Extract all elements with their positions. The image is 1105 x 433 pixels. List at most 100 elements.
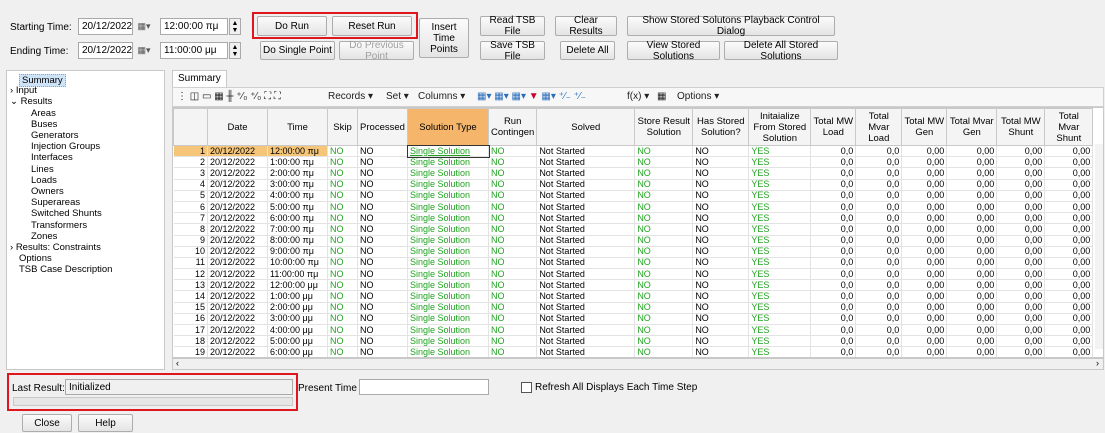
table-cell[interactable]: Single Solution: [407, 268, 489, 281]
table-cell[interactable]: NO: [634, 290, 694, 303]
table-cell[interactable]: 0,00: [1044, 235, 1094, 247]
table-cell[interactable]: Not Started: [536, 324, 636, 337]
table-cell[interactable]: NO: [692, 313, 750, 326]
refresh-checkbox[interactable]: [521, 382, 532, 393]
table-cell[interactable]: NO: [357, 324, 408, 337]
table-cell[interactable]: NO: [357, 212, 408, 225]
table-cell[interactable]: Not Started: [536, 167, 636, 180]
table-cell[interactable]: 0,00: [946, 268, 998, 281]
table-cell[interactable]: NO: [488, 190, 538, 202]
table-cell[interactable]: 0,00: [901, 279, 948, 292]
table-cell[interactable]: 0,00: [946, 179, 998, 191]
chart-tools-icon[interactable]: ▦▾ ▦▾ ▦▾ ▼ ▦▾ ⁺⁄₋ ⁺⁄₋: [477, 91, 586, 102]
table-row[interactable]: 15 20/12/2022 2:00:00 μμ NO NO Single Solutio…: [173, 302, 1094, 314]
table-cell[interactable]: YES: [748, 313, 812, 326]
table-cell[interactable]: 0,00: [1044, 145, 1094, 158]
table-cell[interactable]: 20/12/2022: [207, 223, 268, 236]
grid-icon[interactable]: ▦: [657, 91, 666, 102]
table-cell[interactable]: 0,0: [855, 212, 903, 225]
table-cell[interactable]: 0,0: [855, 257, 903, 270]
table-cell[interactable]: NO: [327, 290, 358, 303]
help-button[interactable]: Help: [78, 414, 133, 432]
table-cell[interactable]: 0,0: [810, 223, 857, 236]
table-cell[interactable]: NO: [327, 313, 358, 326]
table-cell[interactable]: Not Started: [536, 145, 636, 158]
tree-item-generators[interactable]: Generators: [31, 130, 79, 141]
table-cell[interactable]: YES: [748, 268, 812, 281]
table-cell[interactable]: 0,0: [855, 268, 903, 281]
set-menu[interactable]: Set ▾: [386, 91, 409, 102]
table-cell[interactable]: 20/12/2022: [207, 179, 268, 191]
table-cell[interactable]: NO: [357, 302, 408, 314]
table-cell[interactable]: Not Started: [536, 223, 636, 236]
table-cell[interactable]: 0,00: [996, 279, 1046, 292]
table-cell[interactable]: 8:00:00 πμ: [267, 235, 328, 247]
table-cell[interactable]: 12:00:00 μμ: [267, 279, 328, 292]
table-cell[interactable]: 0,0: [810, 201, 857, 214]
starting-date-picker[interactable]: 20/12/2022: [78, 18, 133, 35]
column-header[interactable]: Skip: [327, 108, 358, 146]
table-cell[interactable]: NO: [488, 324, 538, 337]
table-cell[interactable]: 0,00: [1044, 346, 1094, 357]
table-cell[interactable]: 0,0: [855, 335, 903, 348]
table-cell[interactable]: NO: [488, 145, 538, 158]
table-cell[interactable]: NO: [634, 268, 694, 281]
table-cell[interactable]: NO: [692, 145, 750, 158]
table-cell[interactable]: NO: [634, 190, 694, 202]
table-cell[interactable]: NO: [692, 246, 750, 258]
column-header[interactable]: Total MW Shunt: [996, 108, 1046, 146]
table-cell[interactable]: 0,00: [901, 167, 948, 180]
table-cell[interactable]: 0,00: [996, 246, 1046, 258]
table-cell[interactable]: 20/12/2022: [207, 212, 268, 225]
table-cell[interactable]: NO: [327, 235, 358, 247]
table-cell[interactable]: NO: [634, 179, 694, 191]
table-cell[interactable]: 0,00: [901, 346, 948, 357]
table-cell[interactable]: 5:00:00 μμ: [267, 335, 328, 348]
table-cell[interactable]: 20/12/2022: [207, 156, 268, 169]
table-row[interactable]: 12 20/12/2022 11:00:00 πμ NO NO Single Soluti…: [173, 268, 1094, 281]
table-cell[interactable]: NO: [488, 302, 538, 314]
horizontal-scrollbar[interactable]: ‹ ›: [172, 358, 1104, 370]
table-cell[interactable]: 7: [173, 212, 208, 225]
table-cell[interactable]: 0,00: [946, 235, 998, 247]
table-cell[interactable]: 0,0: [855, 279, 903, 292]
table-cell[interactable]: 0,00: [946, 190, 998, 202]
column-header[interactable]: Total Mvar Load: [855, 108, 903, 146]
table-cell[interactable]: 0,00: [901, 145, 948, 158]
table-cell[interactable]: NO: [488, 257, 538, 270]
table-cell[interactable]: 0,00: [996, 212, 1046, 225]
table-cell[interactable]: 20/12/2022: [207, 279, 268, 292]
table-cell[interactable]: Single Solution: [407, 302, 489, 314]
table-row[interactable]: 2 20/12/2022 1:00:00 πμ NO NO Single Solution…: [173, 156, 1094, 169]
table-cell[interactable]: NO: [634, 302, 694, 314]
table-row[interactable]: 6 20/12/2022 5:00:00 πμ NO NO Single Solution…: [173, 201, 1094, 214]
table-cell[interactable]: NO: [327, 246, 358, 258]
table-cell[interactable]: NO: [488, 179, 538, 191]
tree-item-tsb-case-description[interactable]: TSB Case Description: [19, 264, 112, 275]
table-cell[interactable]: 10: [173, 246, 208, 258]
table-cell[interactable]: 0,00: [901, 179, 948, 191]
table-cell[interactable]: 0,00: [1044, 313, 1094, 326]
table-cell[interactable]: 0,00: [901, 313, 948, 326]
tree-item-lines[interactable]: Lines: [31, 164, 54, 175]
tree-item-interfaces[interactable]: Interfaces: [31, 152, 73, 163]
table-cell[interactable]: 0,00: [996, 235, 1046, 247]
table-cell[interactable]: NO: [692, 324, 750, 337]
table-cell[interactable]: 16: [173, 313, 208, 326]
table-cell[interactable]: 0,0: [810, 346, 857, 357]
column-header[interactable]: Has Stored Solution?: [692, 108, 750, 146]
table-cell[interactable]: 0,00: [946, 246, 998, 258]
table-cell[interactable]: 0,00: [996, 145, 1046, 158]
table-cell[interactable]: YES: [748, 257, 812, 270]
table-cell[interactable]: 2: [173, 156, 208, 169]
table-cell[interactable]: Single Solution: [407, 179, 489, 191]
table-cell[interactable]: NO: [488, 223, 538, 236]
table-cell[interactable]: NO: [634, 257, 694, 270]
table-cell[interactable]: 0,00: [946, 324, 998, 337]
column-header[interactable]: Run Contingen: [487, 108, 538, 146]
table-cell[interactable]: 6:00:00 πμ: [267, 212, 328, 225]
column-header[interactable]: Solution Type: [407, 108, 489, 146]
table-cell[interactable]: Single Solution: [407, 212, 489, 225]
table-cell[interactable]: 0,00: [946, 335, 998, 348]
table-cell[interactable]: 1: [173, 145, 208, 158]
